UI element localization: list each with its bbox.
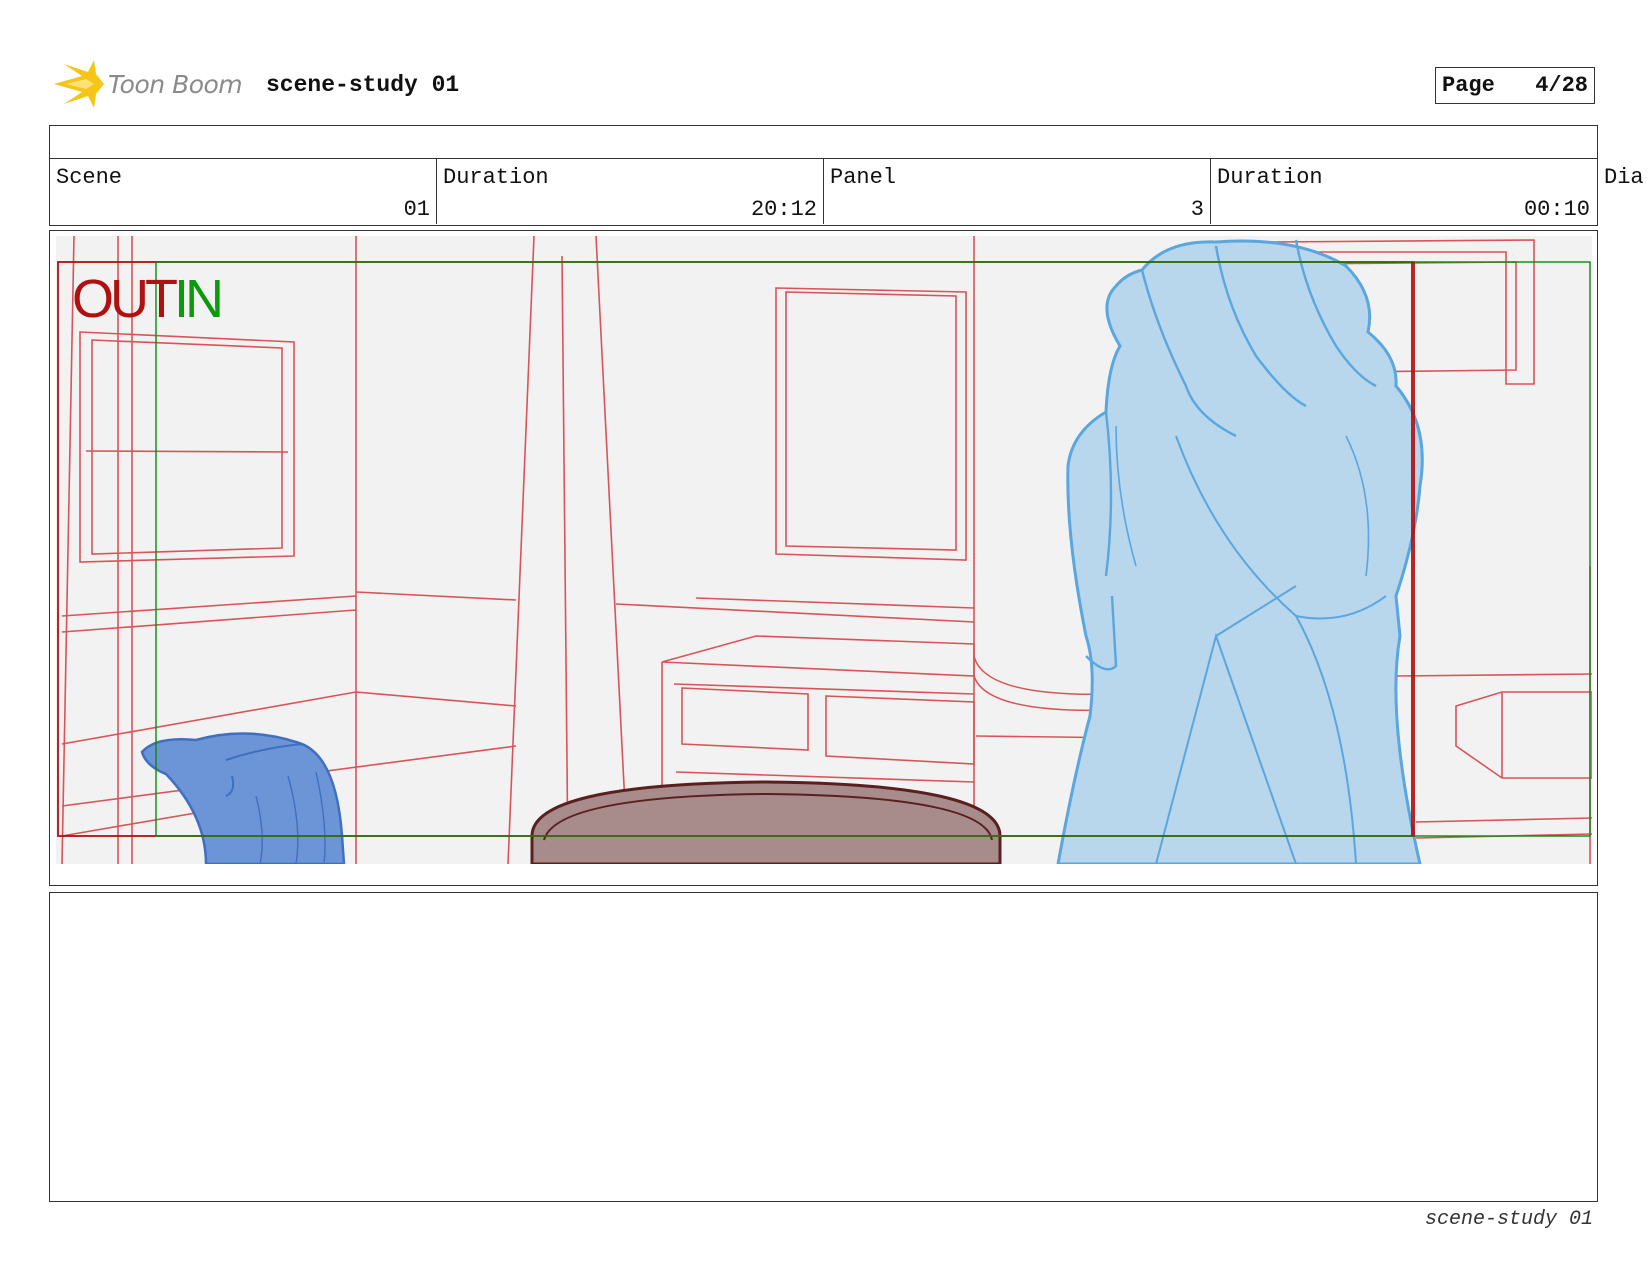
header-fields-row: Scene 01 Duration 20:12 Panel 3 Duration… bbox=[50, 159, 1597, 224]
scene-cell: Scene 01 bbox=[50, 159, 437, 224]
scene-value: 01 bbox=[403, 197, 430, 222]
action-notes-box[interactable] bbox=[49, 892, 1598, 1202]
scene-duration-label: Duration bbox=[443, 165, 549, 190]
page-number: 4/28 bbox=[1535, 73, 1588, 98]
out-label: OUT bbox=[72, 269, 178, 329]
frame-labels: OUTIN bbox=[72, 269, 224, 329]
storyboard-sketch bbox=[56, 236, 1592, 864]
page-label: Page bbox=[1442, 73, 1495, 98]
panel-value: 3 bbox=[1190, 197, 1204, 222]
table-prop bbox=[530, 780, 1002, 864]
header-blank-row bbox=[50, 126, 1597, 159]
scene-label: Scene bbox=[56, 165, 123, 190]
panel-cell: Panel 3 bbox=[824, 159, 1211, 224]
footer-project-name: scene-study 01 bbox=[1424, 1208, 1593, 1231]
in-label: IN bbox=[174, 269, 224, 329]
page-indicator: Page 4/28 bbox=[1435, 67, 1595, 104]
dialog-label: Dia bbox=[1604, 165, 1644, 190]
panel-duration-cell: Duration 00:10 bbox=[1211, 159, 1596, 224]
panel-info-table: Scene 01 Duration 20:12 Panel 3 Duration… bbox=[49, 125, 1598, 226]
scene-duration-cell: Duration 20:12 bbox=[437, 159, 824, 224]
scene-duration-value: 20:12 bbox=[750, 197, 817, 222]
panel-label: Panel bbox=[830, 165, 897, 190]
brand-name: Toon Boom bbox=[108, 70, 243, 99]
panel-duration-label: Duration bbox=[1217, 165, 1323, 190]
project-title: scene-study 01 bbox=[266, 72, 460, 98]
panel-duration-value: 00:10 bbox=[1523, 197, 1590, 222]
character-figure bbox=[1056, 239, 1424, 864]
